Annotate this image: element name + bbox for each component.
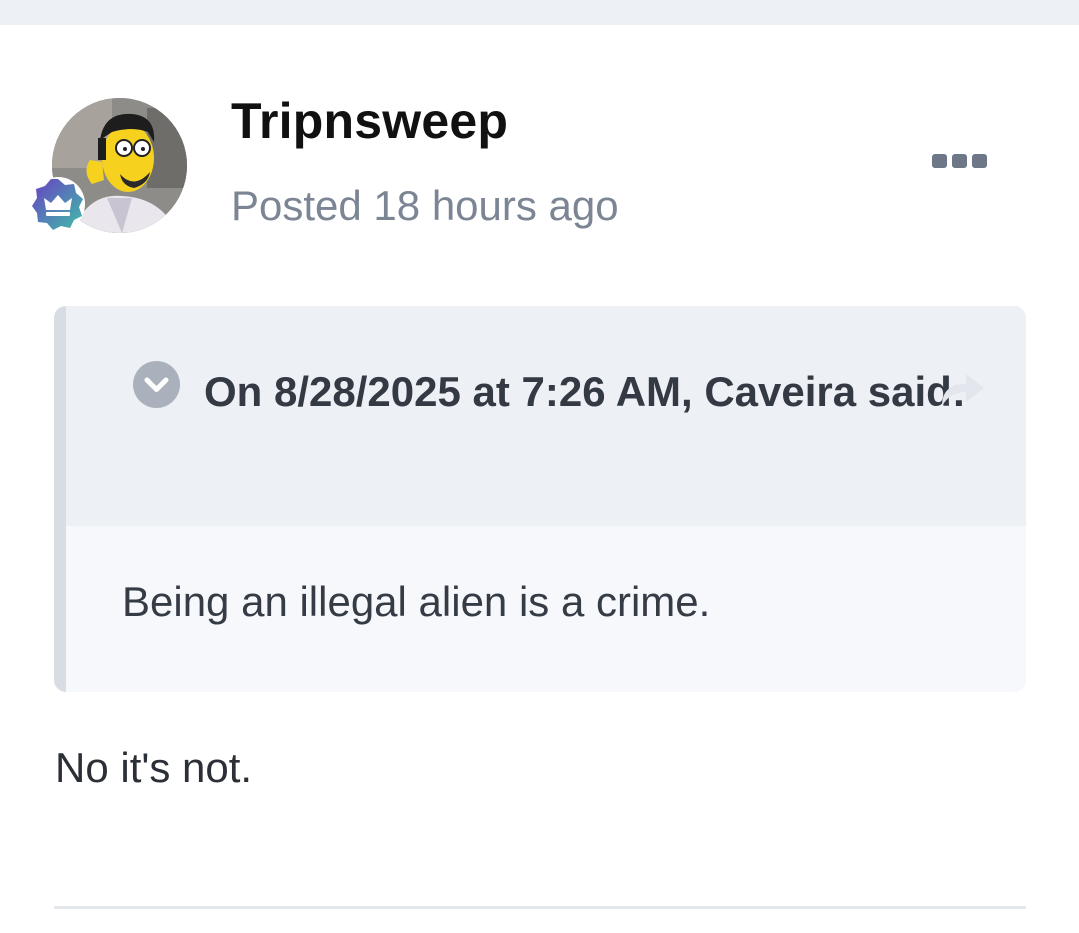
ellipsis-dot [951,154,967,168]
quote-header: On 8/28/2025 at 7:26 AM, Caveira said: [66,306,1026,526]
author-name[interactable]: Tripnsweep [231,92,508,150]
ellipsis-dot [931,154,947,168]
share-arrow-icon[interactable] [938,368,986,408]
post-content: No it's not. [55,744,253,791]
crown-badge-icon [31,177,85,231]
quote-citation[interactable]: On 8/28/2025 at 7:26 AM, Caveira said: [122,356,982,428]
top-separator-band [0,0,1079,25]
quote-block: On 8/28/2025 at 7:26 AM, Caveira said: B… [54,306,1026,692]
ellipsis-dot [971,154,987,168]
post-divider [54,906,1026,909]
quote-text: Being an illegal alien is a crime. [122,578,711,625]
forum-post: Tripnsweep Posted 18 hours ago On 8/28/2… [0,0,1079,933]
author-avatar-group[interactable] [30,98,190,234]
post-timestamp[interactable]: Posted 18 hours ago [231,182,619,230]
quote-accent-bar [54,306,66,692]
ellipsis-icon[interactable] [926,148,992,174]
